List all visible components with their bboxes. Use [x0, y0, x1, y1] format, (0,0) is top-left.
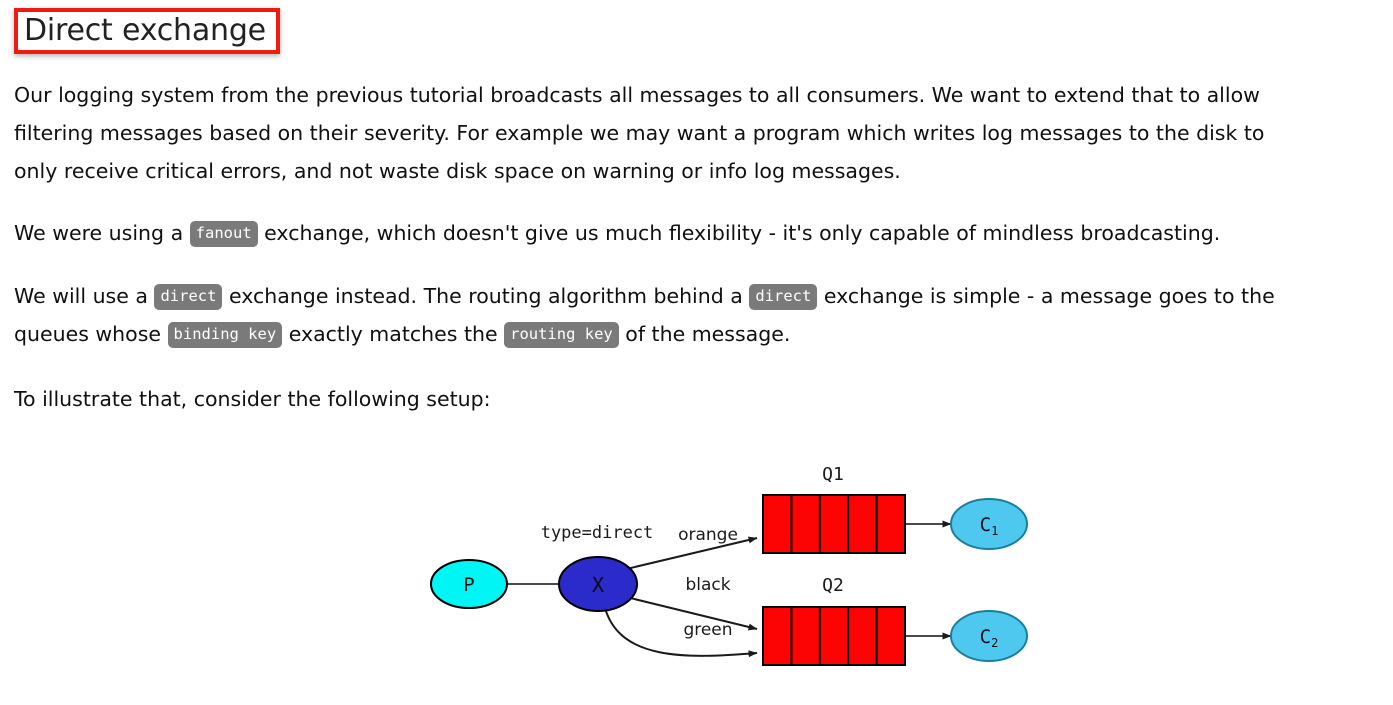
paragraph-line: Our logging system from the previous tut… — [14, 83, 1260, 107]
paragraph-line: only receive critical errors, and not wa… — [14, 159, 901, 183]
page-root: Direct exchange Our logging system from … — [0, 0, 1393, 705]
code-token-binding-key: binding key — [167, 322, 283, 348]
exchange-label: X — [592, 573, 604, 597]
text-segment: exchange is simple - a message goes to t… — [817, 284, 1275, 308]
paragraph-line: filtering messages based on their severi… — [14, 121, 1265, 145]
consumer1-label: C — [980, 514, 991, 536]
queue1-label: Q1 — [822, 464, 844, 485]
producer-node: P — [430, 559, 508, 609]
binding-key-label-orange: orange — [678, 525, 738, 545]
paragraph-line: We will use a direct exchange instead. T… — [14, 277, 1393, 315]
producer-label: P — [463, 574, 474, 596]
queue2-node — [762, 606, 906, 666]
text-segment: queues whose — [14, 322, 168, 346]
page-title: Direct exchange — [24, 13, 266, 48]
text-segment: exactly matches the — [282, 322, 505, 346]
queue1-node — [762, 494, 906, 554]
paragraph-line: To illustrate that, consider the followi… — [14, 387, 491, 411]
paragraph-fanout: We were using a fanout exchange, which d… — [14, 214, 1393, 252]
paragraph-direct: We will use a direct exchange instead. T… — [14, 277, 1393, 353]
queue2-label: Q2 — [822, 575, 844, 596]
consumer2-label: C — [980, 626, 991, 648]
paragraph-line: We were using a fanout exchange, which d… — [14, 214, 1393, 252]
code-token-fanout: fanout — [189, 221, 258, 247]
code-token-direct: direct — [749, 284, 818, 310]
direct-exchange-diagram: P X type=direct orange black green Q1 Q2… — [405, 445, 1065, 685]
text-segment: exchange instead. The routing algorithm … — [222, 284, 750, 308]
paragraph-line: queues whose binding key exactly matches… — [14, 315, 1393, 353]
consumer2-node: C2 — [950, 610, 1028, 662]
exchange-node: X — [558, 556, 638, 612]
text-segment: We were using a — [14, 221, 190, 245]
text-segment: exchange, which doesn't give us much fle… — [257, 221, 1221, 245]
code-token-direct: direct — [154, 284, 223, 310]
exchange-type-label: type=direct — [541, 523, 654, 543]
binding-key-label-black: black — [685, 575, 730, 595]
edge-exchange-to-queue2-green — [604, 607, 758, 658]
consumer1-subscript: 1 — [991, 524, 998, 538]
binding-key-label-green: green — [683, 620, 732, 640]
paragraph-illustrate: To illustrate that, consider the followi… — [14, 380, 1393, 418]
paragraph-intro: Our logging system from the previous tut… — [14, 76, 1393, 190]
text-segment: We will use a — [14, 284, 155, 308]
code-token-routing-key: routing key — [504, 322, 619, 348]
page-title-highlight-box: Direct exchange — [14, 8, 280, 54]
consumer2-subscript: 2 — [991, 636, 998, 650]
text-segment: of the message. — [618, 322, 791, 346]
consumer1-node: C1 — [950, 498, 1028, 550]
